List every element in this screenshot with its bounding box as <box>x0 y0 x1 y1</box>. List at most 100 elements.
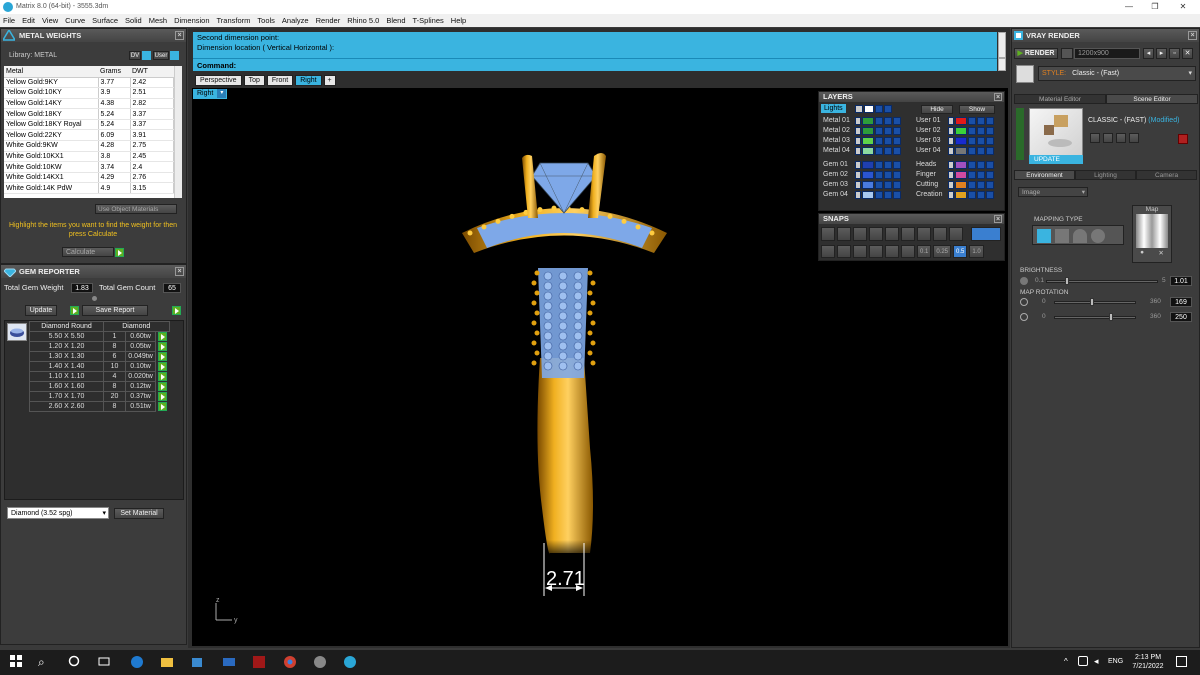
lights-color[interactable] <box>855 105 863 113</box>
metal-row[interactable]: Yellow Gold:18KY Royal 5.24 3.37 <box>4 119 174 131</box>
menu-curve[interactable]: Curve <box>65 14 85 27</box>
metal-table-scrollbar[interactable] <box>174 66 182 198</box>
close-icon[interactable]: × <box>1188 31 1197 40</box>
layer-lock-icon[interactable] <box>968 171 976 179</box>
layer-row[interactable]: Heads <box>914 160 1002 170</box>
gem-row-go-icon[interactable] <box>158 392 167 401</box>
brightness-slider-knob[interactable] <box>1064 277 1069 285</box>
gem-row-go-icon[interactable] <box>158 352 167 361</box>
menu-tsplines[interactable]: T-Splines <box>413 14 444 27</box>
command-scrollbar[interactable] <box>998 32 1006 58</box>
calculate-go-icon[interactable] <box>115 248 124 258</box>
layer-visible-icon[interactable] <box>884 181 892 189</box>
layer-lock-icon[interactable] <box>968 181 976 189</box>
edge-icon[interactable] <box>130 655 144 669</box>
save-icon[interactable]: ▫ <box>1169 48 1180 59</box>
menu-help[interactable]: Help <box>451 14 466 27</box>
mapping-dome-icon[interactable] <box>1073 229 1087 243</box>
layer-row[interactable]: User 04 <box>914 146 1002 156</box>
layer-lock-icon[interactable] <box>968 127 976 135</box>
layer-color-swatch[interactable] <box>955 181 967 189</box>
layer-visible-icon[interactable] <box>977 127 985 135</box>
menu-tools[interactable]: Tools <box>257 14 275 27</box>
layer-lock-icon[interactable] <box>968 137 976 145</box>
gem-row[interactable]: 1.40 X 1.40 10 0.10tw <box>29 361 170 372</box>
layer-visible-icon[interactable] <box>977 181 985 189</box>
calculate-field[interactable]: Calculate <box>62 247 114 257</box>
layer-visible-icon[interactable] <box>884 137 892 145</box>
layer-color-swatch[interactable] <box>955 191 967 199</box>
menu-transform[interactable]: Transform <box>217 14 251 27</box>
layer-visible-icon[interactable] <box>884 147 892 155</box>
snap-mid-icon[interactable] <box>869 227 883 241</box>
snap-increment-button[interactable]: 0.1 <box>917 245 932 258</box>
snap-grid-icon[interactable] <box>821 245 835 258</box>
windows-start-icon[interactable] <box>10 655 24 669</box>
library-user-button[interactable]: User <box>153 51 169 60</box>
tab-scene-editor[interactable]: Scene Editor <box>1106 94 1198 104</box>
layer-extra-icon[interactable] <box>893 171 901 179</box>
gem-row[interactable]: 1.70 X 1.70 20 0.37tw <box>29 391 170 402</box>
layer-color-swatch[interactable] <box>862 147 874 155</box>
tab-top[interactable]: Top <box>243 75 265 86</box>
dv-toggle[interactable] <box>142 51 151 60</box>
metal-row[interactable]: Yellow Gold:10KY 3.9 2.51 <box>4 87 174 99</box>
metal-row[interactable]: White Gold:9KW 4.28 2.75 <box>4 140 174 152</box>
layer-select-icon[interactable] <box>948 181 954 189</box>
snap-increment-button[interactable]: 0.5 <box>953 245 968 258</box>
file-explorer-icon[interactable] <box>160 655 174 669</box>
snap-planar-icon[interactable] <box>853 245 867 258</box>
gem-row[interactable]: 1.20 X 1.20 8 0.05tw <box>29 341 170 352</box>
layer-color-swatch[interactable] <box>955 171 967 179</box>
mapping-box-icon[interactable] <box>1055 229 1069 243</box>
layer-lights[interactable]: Lights <box>821 104 846 113</box>
layer-row[interactable]: Finger <box>914 170 1002 180</box>
preset-nav-icon[interactable] <box>1016 108 1024 160</box>
language-indicator[interactable]: ENG <box>1108 658 1123 665</box>
layer-select-icon[interactable] <box>948 191 954 199</box>
set-material-button[interactable]: Set Material <box>114 508 164 519</box>
layer-lock-icon[interactable] <box>968 191 976 199</box>
close-icon[interactable]: × <box>994 215 1002 223</box>
layer-visible-icon[interactable] <box>884 161 892 169</box>
gem-row[interactable]: 5.50 X 5.50 1 0.60tw <box>29 331 170 342</box>
map-preview[interactable] <box>1136 214 1168 248</box>
matrix-icon[interactable] <box>343 655 357 669</box>
brightness-slider[interactable] <box>1046 280 1158 283</box>
layer-lock-icon[interactable] <box>875 147 883 155</box>
menu-view[interactable]: View <box>42 14 58 27</box>
tab-perspective[interactable]: Perspective <box>195 75 242 86</box>
layer-color-swatch[interactable] <box>862 127 874 135</box>
layer-extra-icon[interactable] <box>893 181 901 189</box>
save-report-go-icon[interactable] <box>172 306 182 316</box>
snap-increment-button[interactable]: 1.0 <box>969 245 984 258</box>
col-grams[interactable]: Grams <box>98 66 130 78</box>
layer-extra-icon[interactable] <box>986 117 994 125</box>
command-input[interactable]: Command: <box>193 58 997 71</box>
gem-row-go-icon[interactable] <box>158 372 167 381</box>
layer-select-icon[interactable] <box>855 117 861 125</box>
tray-chevron-icon[interactable]: ^ <box>1064 657 1068 666</box>
search-icon[interactable]: ⌕ <box>38 655 52 669</box>
style-thumbnail[interactable] <box>1016 65 1034 83</box>
layer-visible-icon[interactable] <box>977 171 985 179</box>
layer-select-icon[interactable] <box>855 147 861 155</box>
layer-row[interactable]: Metal 03 <box>821 136 909 146</box>
layer-lock-icon[interactable] <box>875 181 883 189</box>
user-toggle[interactable] <box>170 51 179 60</box>
gem-row-go-icon[interactable] <box>158 382 167 391</box>
snap-smart-icon[interactable] <box>885 245 899 258</box>
preset-folder-icon[interactable] <box>1129 133 1139 143</box>
layer-color-swatch[interactable] <box>862 171 874 179</box>
col-metal[interactable]: Metal <box>4 66 98 78</box>
rotation-1-slider-knob[interactable] <box>1090 298 1095 306</box>
rotation-2-slider[interactable] <box>1054 316 1136 319</box>
gem-row[interactable]: 1.30 X 1.30 6 0.049tw <box>29 351 170 362</box>
map-load-icon[interactable]: ● <box>1140 249 1144 257</box>
gem-row-go-icon[interactable] <box>158 342 167 351</box>
snap-end-icon[interactable] <box>821 227 835 241</box>
update-go-icon[interactable] <box>70 306 80 316</box>
menu-mesh[interactable]: Mesh <box>149 14 167 27</box>
layer-visible-icon[interactable] <box>977 147 985 155</box>
cortana-icon[interactable] <box>68 655 82 669</box>
